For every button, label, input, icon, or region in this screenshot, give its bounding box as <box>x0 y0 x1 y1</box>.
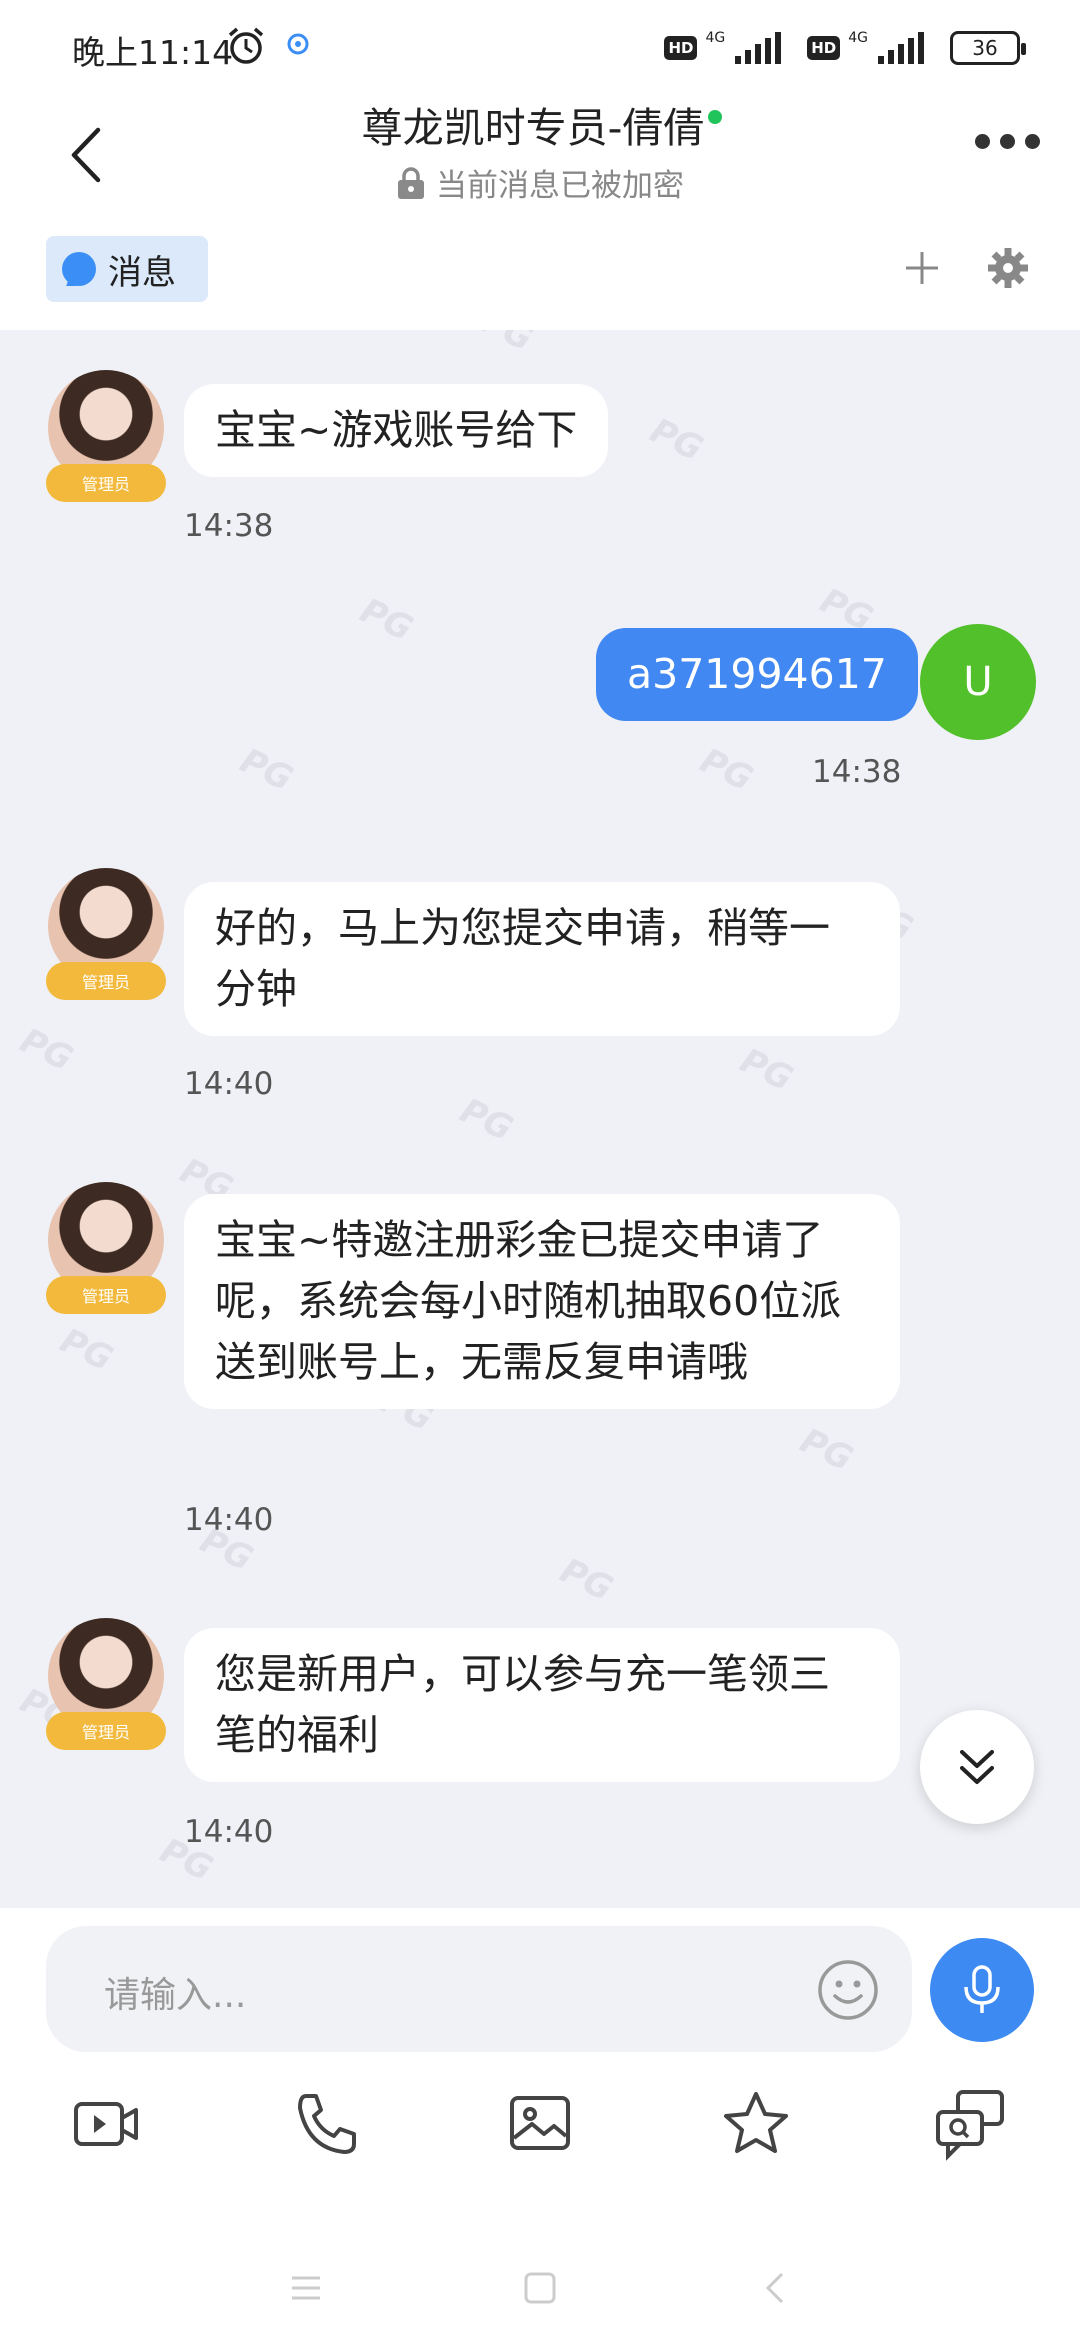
back-nav-icon[interactable] <box>756 2268 796 2308</box>
watermark-logo: PG <box>354 590 419 650</box>
watermark-logo: PG <box>554 1550 619 1610</box>
image-icon[interactable] <box>500 2084 580 2164</box>
message-time: 14:40 <box>184 1814 274 1850</box>
network-type-2: 4G <box>848 30 868 46</box>
hd-badge: HD <box>664 36 698 60</box>
toolbar <box>0 2084 1080 2184</box>
location-icon <box>287 33 309 55</box>
signal-icon-2 <box>878 32 924 64</box>
encryption-text: 当前消息已被加密 <box>436 168 684 204</box>
encryption-notice: 当前消息已被加密 <box>0 160 1080 205</box>
message-bubble[interactable]: 您是新用户，可以参与充一笔领三笔的福利 <box>184 1628 900 1782</box>
title-block: 尊龙凯时专员-倩倩 当前消息已被加密 <box>0 94 1080 205</box>
more-dot <box>975 134 990 149</box>
watermark-logo: PG <box>474 330 539 360</box>
message-bubble[interactable]: 宝宝~特邀注册彩金已提交申请了呢，系统会每小时随机抽取60位派送到账号上，无需反… <box>184 1194 900 1409</box>
more-dot <box>1000 134 1015 149</box>
double-chevron-down-icon <box>960 1750 994 1784</box>
battery-icon: 36 <box>950 31 1026 65</box>
battery-level: 36 <box>972 36 998 60</box>
more-dot <box>1025 134 1040 149</box>
watermark-logo: PG <box>454 1090 519 1150</box>
online-status-dot <box>708 110 723 124</box>
message-bubble[interactable]: 宝宝~游戏账号给下 <box>184 384 609 477</box>
user-avatar[interactable]: U <box>920 624 1036 740</box>
admin-badge: 管理员 <box>46 962 166 1000</box>
chat-title: 尊龙凯时专员-倩倩 <box>361 94 723 154</box>
message-time: 14:40 <box>184 1502 274 1538</box>
phone-icon[interactable] <box>286 2084 366 2164</box>
admin-badge: 管理员 <box>46 464 166 502</box>
menu-icon[interactable] <box>286 2268 326 2308</box>
message-time: 14:38 <box>812 754 902 790</box>
home-icon[interactable] <box>520 2268 560 2308</box>
star-icon[interactable] <box>716 2084 796 2164</box>
alarm-icon <box>228 27 264 64</box>
watermark-logo: PG <box>14 1020 79 1080</box>
plus-icon[interactable] <box>900 246 944 290</box>
status-bar: 晚上11:14 HD 4G HD 4G 36 <box>0 0 1080 90</box>
input-placeholder: 请输入... <box>104 1975 247 2016</box>
admin-avatar[interactable]: 管理员 <box>46 370 166 502</box>
network-type: 4G <box>705 30 726 46</box>
input-bar: 请输入... <box>0 1908 1080 2340</box>
contact-name: 尊龙凯时专员-倩倩 <box>361 104 705 152</box>
watermark-logo: PG <box>234 740 299 800</box>
emoji-icon[interactable] <box>816 1958 880 2022</box>
chat-bubble-icon <box>62 252 96 286</box>
watermark-logo: PG <box>644 410 709 470</box>
admin-badge: 管理员 <box>46 1276 166 1314</box>
admin-avatar[interactable]: 管理员 <box>46 1182 166 1314</box>
message-bubble-sent[interactable]: a371994617 <box>596 628 918 721</box>
message-time: 14:40 <box>184 1066 274 1102</box>
tab-messages[interactable]: 消息 <box>46 236 208 302</box>
watermark-logo: PG <box>694 740 759 800</box>
scroll-to-bottom-button[interactable] <box>920 1710 1034 1824</box>
admin-avatar[interactable]: 管理员 <box>46 868 166 1000</box>
gear-icon[interactable] <box>986 246 1030 290</box>
tab-row: 消息 <box>0 218 1080 330</box>
tab-messages-label: 消息 <box>108 252 176 293</box>
message-bubble[interactable]: 好的，马上为您提交申请，稍等一分钟 <box>184 882 900 1036</box>
chat-area[interactable]: PG PG PG PG PG PG PG PG PG PG PG PG PG P… <box>0 330 1080 1908</box>
watermark-logo: PG <box>734 1040 799 1100</box>
lock-icon <box>398 166 424 199</box>
hd-badge-2: HD <box>807 36 841 60</box>
watermark-logo: PG <box>54 1320 119 1380</box>
message-input[interactable]: 请输入... <box>46 1926 912 2052</box>
system-nav-bar <box>0 2268 1080 2340</box>
video-icon[interactable] <box>66 2084 146 2164</box>
message-time: 14:38 <box>184 508 274 544</box>
microphone-icon <box>964 1965 1000 2013</box>
status-right: HD 4G HD 4G 36 <box>664 28 1026 68</box>
admin-badge: 管理员 <box>46 1712 166 1750</box>
admin-avatar[interactable]: 管理员 <box>46 1618 166 1750</box>
watermark-logo: PG <box>794 1420 859 1480</box>
voice-button[interactable] <box>930 1938 1034 2042</box>
status-time: 晚上11:14 <box>72 33 234 72</box>
chat-header: 尊龙凯时专员-倩倩 当前消息已被加密 <box>0 90 1080 218</box>
signal-icon <box>735 32 782 64</box>
question-chat-icon[interactable] <box>930 2084 1010 2164</box>
more-options-icon[interactable] <box>975 134 1040 149</box>
